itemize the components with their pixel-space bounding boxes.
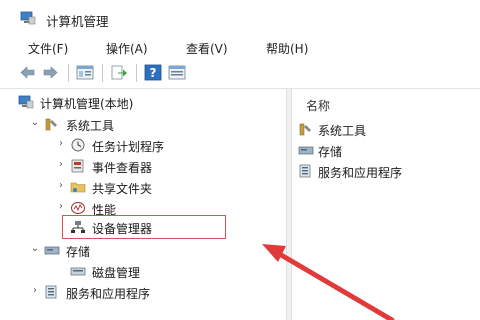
- storage-icon: [44, 246, 60, 255]
- window-title: 计算机管理: [46, 14, 109, 29]
- column-header-name[interactable]: 名称: [306, 97, 330, 114]
- show-hide-tree-icon[interactable]: [76, 64, 94, 81]
- menu-view[interactable]: 查看(V): [186, 40, 228, 57]
- toolbar-separator: [102, 64, 103, 82]
- chevron-down-icon[interactable]: ⌄: [30, 117, 40, 128]
- chevron-right-icon[interactable]: ›: [56, 138, 66, 149]
- chevron-right-icon[interactable]: ›: [56, 180, 66, 191]
- tree-item-label: 服务和应用程序: [66, 287, 151, 301]
- tree-item-label: 设备管理器: [92, 222, 153, 236]
- performance-icon: [71, 202, 85, 214]
- export-icon[interactable]: [110, 64, 128, 81]
- tree-item-label: 事件查看器: [92, 161, 153, 175]
- back-icon[interactable]: [18, 64, 36, 81]
- list-item-label: 系统工具: [318, 124, 367, 138]
- event-viewer-icon: [71, 159, 84, 173]
- tree-item-label: 共享文件夹: [92, 182, 153, 196]
- help-icon[interactable]: ?: [144, 64, 162, 81]
- properties-icon[interactable]: [168, 64, 186, 81]
- menu-file[interactable]: 文件(F): [28, 40, 68, 57]
- tree-item-label: 系统工具: [66, 119, 115, 133]
- services-icon: [45, 285, 57, 299]
- menu-help[interactable]: 帮助(H): [266, 40, 308, 57]
- tools-icon: [299, 123, 311, 136]
- toolbar: ?: [0, 58, 480, 89]
- list-item-label: 服务和应用程序: [318, 166, 403, 180]
- title-bar: 计算机管理: [0, 0, 480, 34]
- menu-bar: 文件(F) 操作(A) 查看(V) 帮助(H): [0, 34, 480, 58]
- chevron-right-icon[interactable]: ›: [56, 201, 66, 212]
- device-manager-icon: [71, 221, 85, 233]
- computer-management-icon: [18, 95, 34, 109]
- content-pane: 名称 系统工具 存储 服务和应用程序: [292, 89, 480, 320]
- forward-icon[interactable]: [42, 64, 60, 81]
- toolbar-separator: [136, 64, 137, 82]
- tree-item-label: 存储: [66, 245, 91, 259]
- tools-icon: [45, 118, 57, 131]
- list-item-label: 存储: [318, 145, 343, 159]
- tree-item-label: 磁盘管理: [92, 266, 141, 280]
- shared-folder-icon: [70, 182, 86, 193]
- storage-icon: [298, 146, 314, 155]
- services-icon: [299, 164, 311, 178]
- chevron-right-icon[interactable]: ›: [30, 285, 40, 296]
- menu-action[interactable]: 操作(A): [106, 40, 148, 57]
- svg-text:?: ?: [150, 66, 157, 80]
- disk-icon: [70, 267, 86, 276]
- tree-item-label: 任务计划程序: [92, 140, 165, 154]
- computer-management-icon: [20, 11, 36, 25]
- toolbar-separator: [68, 64, 69, 82]
- clock-icon: [71, 138, 85, 152]
- tree-item-label: 计算机管理(本地): [40, 97, 134, 111]
- chevron-right-icon[interactable]: ›: [56, 159, 66, 170]
- chevron-down-icon[interactable]: ⌄: [30, 243, 40, 254]
